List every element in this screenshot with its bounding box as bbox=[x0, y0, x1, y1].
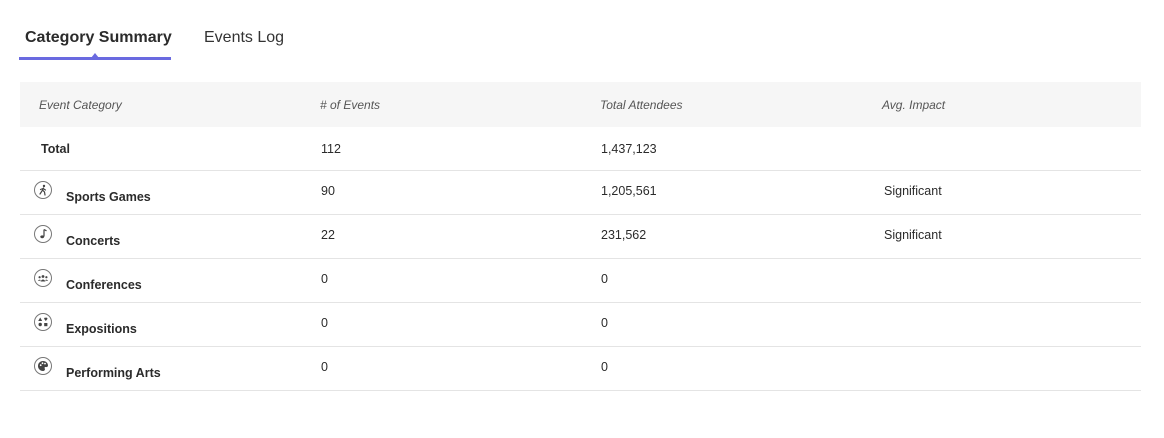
tab-category-summary[interactable]: Category Summary bbox=[19, 20, 172, 60]
avg-impact: Significant bbox=[884, 183, 942, 198]
table-row-total: Total 112 1,437,123 bbox=[20, 127, 1141, 171]
header-avg-impact: Avg. Impact bbox=[882, 97, 946, 112]
attendees-count: 0 bbox=[601, 315, 608, 330]
total-events: 112 bbox=[321, 141, 341, 156]
table-row: Performing Arts 0 0 bbox=[20, 347, 1141, 391]
category-summary-table: Event Category # of Events Total Attende… bbox=[20, 82, 1141, 391]
events-count: 90 bbox=[321, 183, 335, 198]
events-count: 22 bbox=[321, 227, 335, 242]
header-event-category: Event Category bbox=[39, 97, 122, 112]
events-count: 0 bbox=[321, 359, 328, 374]
attendees-count: 0 bbox=[601, 271, 608, 286]
total-label: Total bbox=[41, 141, 70, 156]
table-header: Event Category # of Events Total Attende… bbox=[20, 82, 1141, 127]
attendees-count: 0 bbox=[601, 359, 608, 374]
shapes-icon bbox=[34, 312, 52, 331]
tab-label: Events Log bbox=[204, 29, 285, 46]
active-tab-caret-icon bbox=[91, 53, 99, 58]
header-total-attendees: Total Attendees bbox=[600, 97, 683, 112]
events-count: 0 bbox=[321, 315, 328, 330]
category-name: Performing Arts bbox=[66, 365, 161, 380]
header-num-events: # of Events bbox=[320, 97, 381, 112]
table-row: Conferences 0 0 bbox=[20, 259, 1141, 303]
attendees-count: 1,205,561 bbox=[601, 183, 657, 198]
table-row: Concerts 22 231,562 Significant bbox=[20, 215, 1141, 259]
palette-icon bbox=[34, 356, 52, 375]
tab-label: Category Summary bbox=[25, 29, 172, 46]
attendees-count: 231,562 bbox=[601, 227, 647, 242]
person-walking-icon bbox=[34, 180, 52, 199]
tab-events-log[interactable]: Events Log bbox=[204, 20, 284, 60]
table-row: Sports Games 90 1,205,561 Significant bbox=[20, 171, 1141, 215]
table-row: Expositions 0 0 bbox=[20, 303, 1141, 347]
category-name: Sports Games bbox=[66, 189, 151, 204]
avg-impact: Significant bbox=[884, 227, 942, 242]
category-name: Concerts bbox=[66, 233, 121, 248]
music-note-icon bbox=[34, 224, 52, 243]
category-name: Expositions bbox=[66, 321, 137, 336]
total-attendees: 1,437,123 bbox=[601, 141, 657, 156]
group-people-icon bbox=[34, 268, 52, 287]
events-count: 0 bbox=[321, 271, 328, 286]
category-name: Conferences bbox=[66, 277, 142, 292]
tab-bar: Category Summary Events Log bbox=[19, 20, 284, 62]
